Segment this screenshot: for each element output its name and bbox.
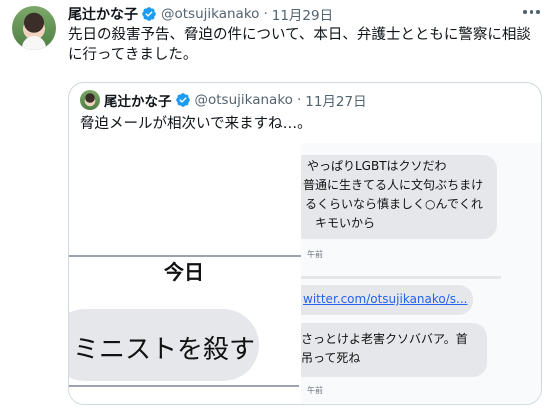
quoted-author-name: 尾辻かな子 <box>104 94 172 110</box>
meta-separator: · <box>263 6 268 22</box>
tweet-date[interactable]: 11月29日 <box>272 4 333 24</box>
author-avatar[interactable] <box>12 6 56 50</box>
attached-screenshot-image[interactable]: 今日 ミニストを殺す やっぱりLGBTはクソだわ 普通に生きてる人に文句ぶちまけ… <box>69 143 541 404</box>
screenshot-message-line: 吊って死ね <box>301 351 361 365</box>
screenshot-link: witter.com/otsujikanako/s... <box>303 292 468 306</box>
avatar-shirt <box>22 36 46 50</box>
quoted-author-avatar[interactable] <box>80 90 100 110</box>
screenshot-day-label: 今日 <box>164 260 204 284</box>
screenshot-message-line: やっぱりLGBTはクソだわ <box>307 159 447 173</box>
screenshot-left-message: ミニストを殺す <box>73 335 256 365</box>
verified-badge-icon <box>142 7 156 21</box>
tweet-text: 先日の殺害予告、脅迫の件について、本日、弁護士とともに警察に相談に行ってきました… <box>68 27 531 63</box>
quoted-author-handle: @otsujikanako <box>194 92 293 108</box>
more-options-icon[interactable] <box>523 8 543 16</box>
quoted-meta-separator: · <box>296 92 302 108</box>
verified-badge-icon <box>175 93 190 107</box>
screenshot-divider-line <box>301 276 501 279</box>
quoted-tweet[interactable]: 尾辻かな子 @otsujikanako · 11月27日 脅迫メールが相次いで来… <box>68 82 542 405</box>
screenshot-divider-line <box>69 385 299 387</box>
quoted-tweet-header: 尾辻かな子 @otsujikanako · 11月27日 <box>104 89 367 111</box>
author-handle[interactable]: @otsujikanako <box>161 6 259 22</box>
screenshot-message-line: 普通に生きてる人に文句ぶちまけ <box>303 178 484 192</box>
quoted-tweet-date: 11月27日 <box>305 94 367 110</box>
quoted-tweet-text: 脅迫メールが相次いで来ますね…。 <box>80 116 312 132</box>
screenshot-message-line: キモいから <box>315 216 376 230</box>
screenshot-message-time: 午前 <box>307 386 323 395</box>
tweet-header: 尾辻かな子 @otsujikanako · 11月29日 <box>68 4 333 24</box>
screenshot-left-panel: 今日 ミニストを殺す <box>69 143 309 404</box>
screenshot-message-line: さっとけよ老害クソババア。首 <box>301 332 468 346</box>
author-name[interactable]: 尾辻かな子 <box>68 4 138 24</box>
screenshot-message-line: るくらいなら慎ましく○んでくれ <box>305 197 483 211</box>
screenshot-right-panel: やっぱりLGBTはクソだわ 普通に生きてる人に文句ぶちまけ るくらいなら慎ましく… <box>301 143 541 404</box>
screenshot-message-time: 午前 <box>307 250 323 259</box>
